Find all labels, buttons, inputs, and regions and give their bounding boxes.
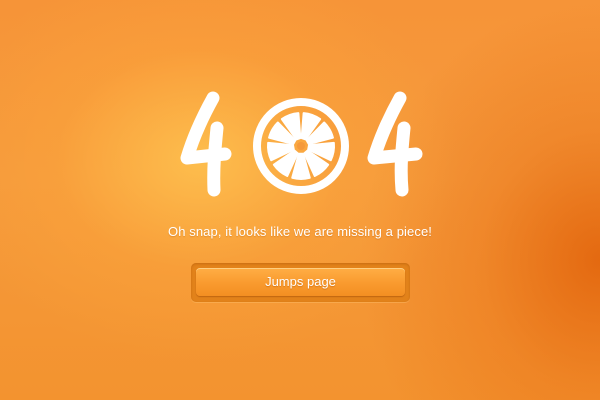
jump-button-frame: Jumps page [191,263,410,302]
jump-page-button[interactable]: Jumps page [196,268,405,296]
orange-slice-icon [251,96,351,196]
digit-four-left-glyph [180,91,232,197]
error-message: Oh snap, it looks like we are missing a … [168,224,432,239]
digit-four-left [173,88,243,200]
digit-four-right-glyph [367,91,423,197]
digit-four-right [360,88,430,200]
error-404-page: Oh snap, it looks like we are missing a … [0,0,600,400]
